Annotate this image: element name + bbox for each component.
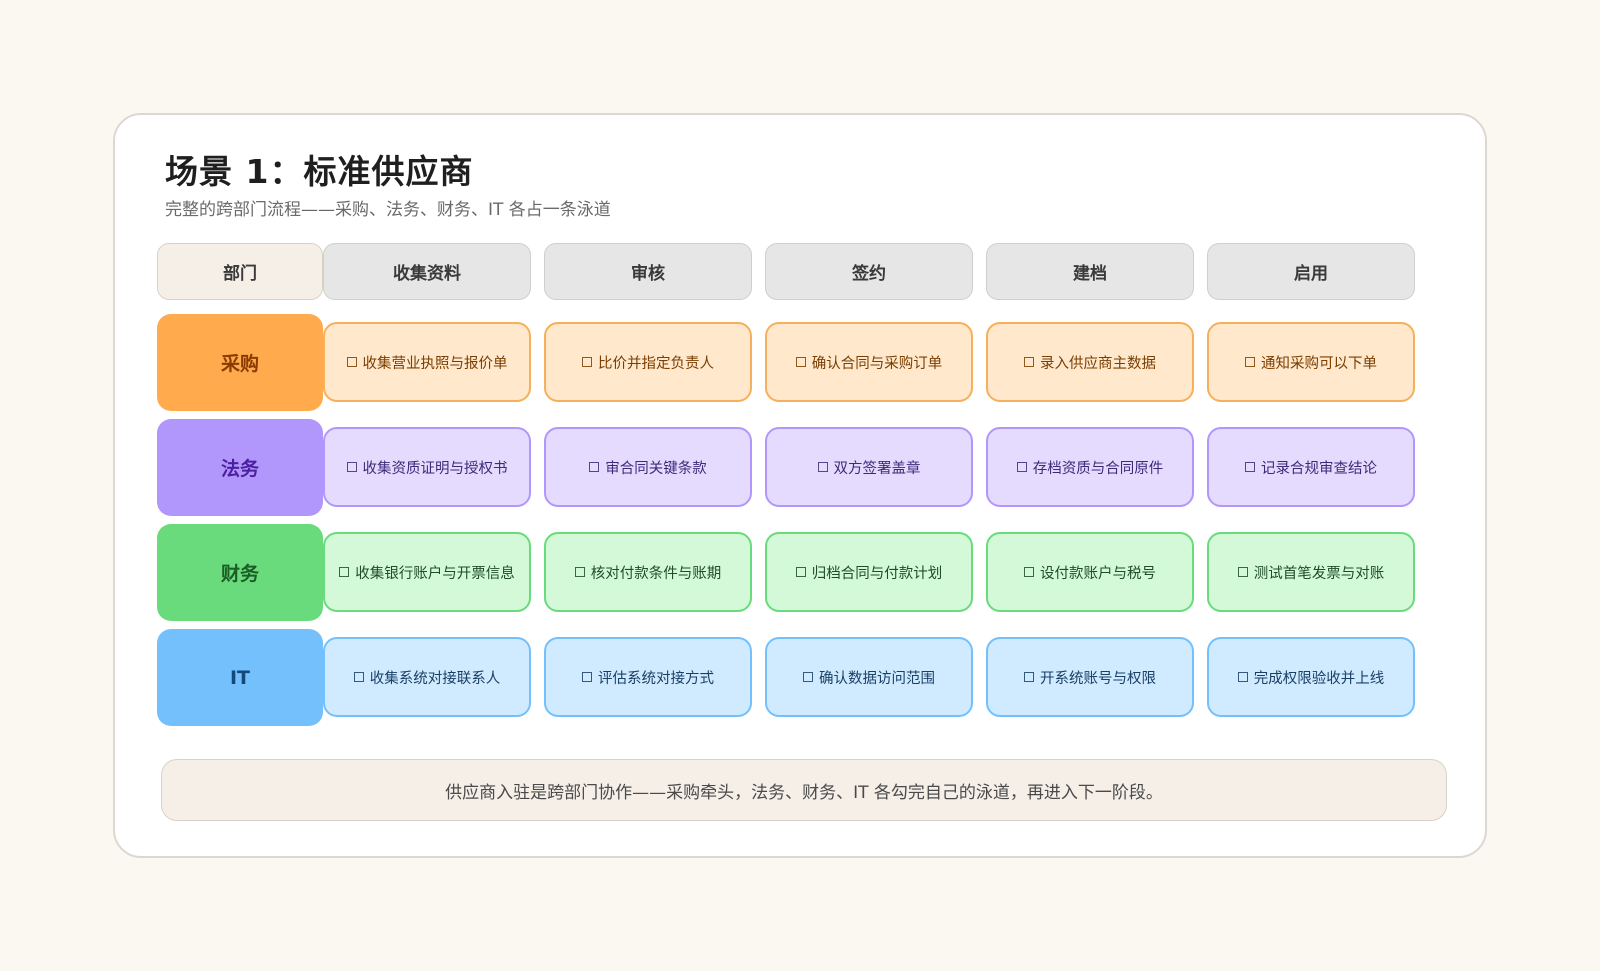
task-label: 设付款账户与税号 <box>1040 565 1156 582</box>
checkbox-icon[interactable] <box>589 462 600 472</box>
task-card[interactable]: 比价并指定负责人 <box>544 322 752 402</box>
task-label: 收集营业执照与报价单 <box>362 355 508 372</box>
task-label: 通知采购可以下单 <box>1261 355 1377 372</box>
checkbox-icon[interactable] <box>795 567 806 577</box>
task-card[interactable]: 记录合规审查结论 <box>1207 427 1415 507</box>
task-card[interactable]: 审合同关键条款 <box>544 427 752 507</box>
task-label: 确认数据访问范围 <box>819 670 935 687</box>
checkbox-icon[interactable] <box>1024 567 1034 577</box>
task-card[interactable]: 开系统账号与权限 <box>986 637 1194 717</box>
task-label: 收集资质证明与授权书 <box>362 460 508 477</box>
checkbox-icon[interactable] <box>1016 462 1027 472</box>
task-label: 完成权限验收并上线 <box>1253 670 1385 687</box>
checkbox-icon[interactable] <box>353 672 364 682</box>
scenario-card: 场景 1：标准供应商 完整的跨部门流程——采购、法务、财务、IT 各占一条泳道 … <box>113 113 1487 858</box>
task-label: 录入供应商主数据 <box>1040 355 1156 372</box>
lane-label: IT <box>157 629 323 726</box>
page-subtitle: 完整的跨部门流程——采购、法务、财务、IT 各占一条泳道 <box>165 200 611 220</box>
checkbox-icon[interactable] <box>582 357 592 367</box>
header-stage: 收集资料 <box>323 243 531 300</box>
task-card[interactable]: 双方签署盖章 <box>765 427 973 507</box>
footer-note: 供应商入驻是跨部门协作——采购牵头，法务、财务、IT 各勾完自己的泳道，再进入下… <box>161 759 1447 821</box>
task-card[interactable]: 收集营业执照与报价单 <box>323 322 531 402</box>
checkbox-icon[interactable] <box>346 462 357 472</box>
checkbox-icon[interactable] <box>1245 462 1255 472</box>
header-stage: 建档 <box>986 243 1194 300</box>
task-card[interactable]: 完成权限验收并上线 <box>1207 637 1415 717</box>
task-label: 收集系统对接联系人 <box>369 670 501 687</box>
checkbox-icon[interactable] <box>795 357 806 367</box>
task-label: 记录合规审查结论 <box>1261 460 1377 477</box>
lane-label: 采购 <box>157 314 323 411</box>
task-card[interactable]: 核对付款条件与账期 <box>544 532 752 612</box>
lane-label: 法务 <box>157 419 323 516</box>
header-stage: 启用 <box>1207 243 1415 300</box>
page-title: 场景 1：标准供应商 <box>165 152 474 191</box>
task-card[interactable]: 确认合同与采购订单 <box>765 322 973 402</box>
task-card[interactable]: 确认数据访问范围 <box>765 637 973 717</box>
checkbox-icon[interactable] <box>1245 357 1255 367</box>
lane-label: 财务 <box>157 524 323 621</box>
task-card[interactable]: 设付款账户与税号 <box>986 532 1194 612</box>
header-department: 部门 <box>157 243 323 300</box>
checkbox-icon[interactable] <box>1024 357 1034 367</box>
checkbox-icon[interactable] <box>339 567 350 577</box>
task-label: 存档资质与合同原件 <box>1032 460 1164 477</box>
header-stage: 审核 <box>544 243 752 300</box>
checkbox-icon[interactable] <box>1237 567 1248 577</box>
task-card[interactable]: 收集系统对接联系人 <box>323 637 531 717</box>
checkbox-icon[interactable] <box>1237 672 1248 682</box>
task-label: 评估系统对接方式 <box>598 670 714 687</box>
task-card[interactable]: 收集银行账户与开票信息 <box>323 532 531 612</box>
task-card[interactable]: 存档资质与合同原件 <box>986 427 1194 507</box>
task-label: 收集银行账户与开票信息 <box>355 565 515 582</box>
checkbox-icon[interactable] <box>817 462 828 472</box>
task-card[interactable]: 归档合同与付款计划 <box>765 532 973 612</box>
task-label: 归档合同与付款计划 <box>811 565 943 582</box>
header-stage: 签约 <box>765 243 973 300</box>
task-label: 确认合同与采购订单 <box>811 355 943 372</box>
task-label: 核对付款条件与账期 <box>590 565 722 582</box>
checkbox-icon[interactable] <box>582 672 592 682</box>
task-label: 比价并指定负责人 <box>598 355 714 372</box>
task-card[interactable]: 测试首笔发票与对账 <box>1207 532 1415 612</box>
task-card[interactable]: 收集资质证明与授权书 <box>323 427 531 507</box>
task-label: 双方签署盖章 <box>833 460 921 477</box>
checkbox-icon[interactable] <box>803 672 813 682</box>
task-card[interactable]: 录入供应商主数据 <box>986 322 1194 402</box>
checkbox-icon[interactable] <box>1024 672 1034 682</box>
task-card[interactable]: 评估系统对接方式 <box>544 637 752 717</box>
checkbox-icon[interactable] <box>574 567 585 577</box>
task-label: 测试首笔发票与对账 <box>1253 565 1385 582</box>
task-label: 审合同关键条款 <box>605 460 707 477</box>
task-card[interactable]: 通知采购可以下单 <box>1207 322 1415 402</box>
task-label: 开系统账号与权限 <box>1040 670 1156 687</box>
checkbox-icon[interactable] <box>346 357 357 367</box>
